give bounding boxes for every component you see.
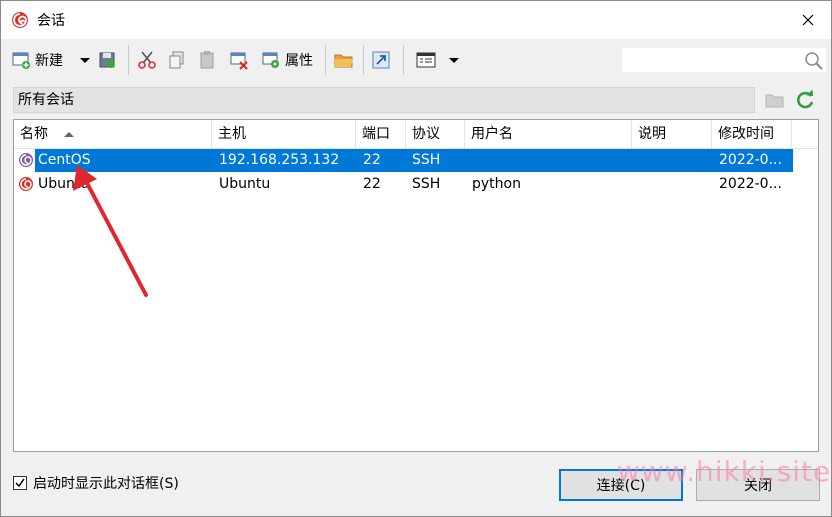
startup-checkbox-label: 启动时显示此对话框(S) [33,476,179,492]
window-title: 会话 [37,13,65,29]
shortcut-arrow-icon [372,51,390,69]
toolbar: 新建 属性 [1,39,831,79]
session-host: Ubuntu [219,176,271,192]
chevron-down-icon [449,57,459,63]
save-icon [99,52,115,68]
session-protocol: SSH [412,176,441,192]
sort-ascending-icon [64,132,74,137]
delete-button[interactable] [229,47,249,73]
copy-icon [169,51,184,69]
new-session-label: 新建 [35,53,63,69]
open-folder-button[interactable] [333,47,355,73]
connect-button[interactable]: 连接(C) [559,469,683,501]
save-session-button[interactable] [97,47,117,73]
copy-button[interactable] [167,47,187,73]
new-session-dropdown[interactable] [80,47,90,73]
session-username: python [472,176,521,192]
toolbar-separator [403,45,404,75]
session-port: 22 [363,176,381,192]
column-header-name[interactable]: 名称 [14,120,212,149]
search-icon[interactable] [804,51,824,71]
table-row[interactable]: CentOS 192.168.253.132 22 SSH 2022-0... [14,149,794,172]
delete-icon [230,52,248,70]
toolbar-separator [363,45,364,75]
list-header: 名称 主机 端口 协议 用户名 说明 修改时间 [14,120,818,149]
properties-label: 属性 [285,53,313,69]
new-session-button[interactable]: 新建 [11,47,63,73]
list-view-icon [416,52,436,68]
session-port: 22 [363,152,381,168]
startup-checkbox[interactable]: 启动时显示此对话框(S) [13,473,179,493]
close-icon [802,14,814,26]
search-input[interactable] [622,48,802,72]
cut-button[interactable] [137,47,157,73]
session-host: 192.168.253.132 [219,152,340,168]
new-session-icon [12,52,30,69]
xshell-logo-icon [12,12,28,28]
scissors-icon [138,51,156,69]
session-name: CentOS [38,152,91,168]
column-header-username[interactable]: 用户名 [465,120,632,149]
session-protocol: SSH [412,152,441,168]
view-dropdown[interactable] [449,47,459,73]
session-dialog: 会话 新建 属性 所有会话 名称 主机 端口 协议 用户名 说明 修改时间 Ce… [0,0,832,517]
table-row[interactable]: Ubuntu Ubuntu 22 SSH python 2022-0... [14,173,794,196]
session-icon [19,177,33,191]
paste-icon [200,51,214,69]
column-header-port[interactable]: 端口 [356,120,406,149]
column-header-description[interactable]: 说明 [632,120,712,149]
session-modified: 2022-0... [719,152,782,168]
properties-button[interactable]: 属性 [261,47,313,73]
folder-up-icon[interactable] [765,91,785,109]
session-name: Ubuntu [38,176,90,192]
session-modified: 2022-0... [719,176,782,192]
session-folder-path[interactable]: 所有会话 [13,87,755,113]
shortcut-button[interactable] [371,47,391,73]
session-list[interactable]: 名称 主机 端口 协议 用户名 说明 修改时间 CentOS 192.168.2… [13,119,819,452]
properties-icon [262,52,279,68]
toolbar-separator [325,45,326,75]
search-box[interactable] [621,47,827,73]
title-bar: 会话 [1,1,831,39]
close-button[interactable]: 关闭 [696,469,820,501]
view-button[interactable] [415,47,437,73]
refresh-icon[interactable] [794,89,816,111]
column-header-protocol[interactable]: 协议 [406,120,465,149]
toolbar-separator [128,45,129,75]
column-header-modified[interactable]: 修改时间 [712,120,792,149]
column-header-host[interactable]: 主机 [212,120,356,149]
checkbox-box[interactable] [13,476,27,490]
folder-icon [334,54,353,68]
session-icon [19,153,33,167]
chevron-down-icon [80,57,90,63]
paste-button[interactable] [197,47,217,73]
checkmark-icon [15,478,25,488]
window-close-button[interactable] [785,1,831,39]
